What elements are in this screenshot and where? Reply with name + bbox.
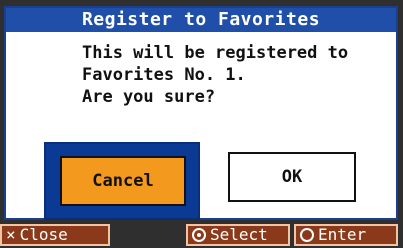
message-line-3: Are you sure? xyxy=(82,87,216,107)
select-key[interactable]: Select xyxy=(186,224,290,246)
dial-icon xyxy=(192,228,206,242)
enter-key[interactable]: Enter xyxy=(294,224,398,246)
enter-ring-icon xyxy=(300,228,314,242)
message-line-1: This will be registered to xyxy=(82,43,349,63)
close-label: Close xyxy=(19,225,68,244)
register-favorites-dialog: Register to Favorites This will be regis… xyxy=(4,6,398,220)
ok-button[interactable]: OK xyxy=(228,152,356,202)
close-key[interactable]: × Close xyxy=(0,224,110,246)
cancel-selection-frame: Cancel xyxy=(44,142,200,220)
dialog-message: This will be registered to Favorites No.… xyxy=(82,42,382,108)
dialog-title: Register to Favorites xyxy=(6,8,396,32)
screen: Register to Favorites This will be regis… xyxy=(0,0,403,248)
select-label: Select xyxy=(210,225,268,244)
function-key-bar: × Close Select Enter xyxy=(0,222,403,248)
message-line-2: Favorites No. 1. xyxy=(82,65,246,85)
enter-label: Enter xyxy=(318,225,367,244)
cancel-button[interactable]: Cancel xyxy=(60,156,186,206)
close-x-icon: × xyxy=(6,225,16,244)
